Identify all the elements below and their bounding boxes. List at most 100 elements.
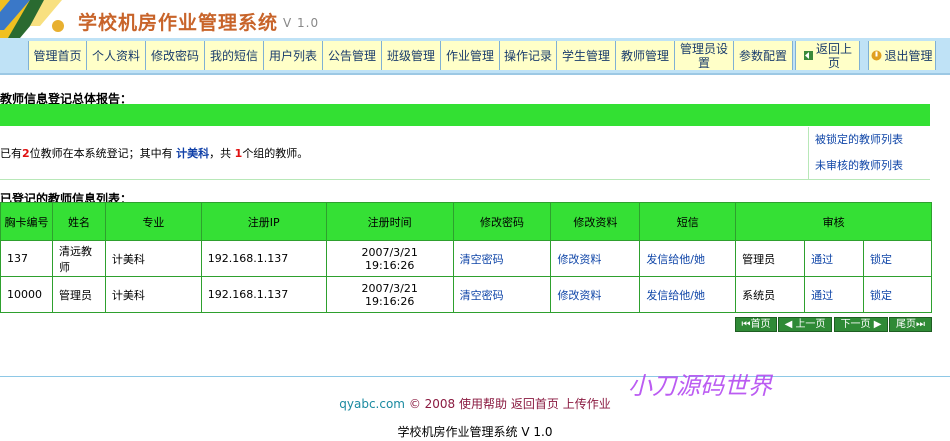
summary-mid2: ，共 bbox=[209, 147, 232, 160]
cell-role: 系统员 bbox=[735, 276, 806, 313]
pager-label: 上一页 bbox=[795, 319, 826, 330]
report-summary: 已有2位教师在本系统登记；其中有 计美科，共 1个组的教师。 bbox=[0, 127, 930, 180]
edit-profile-link[interactable]: 修改资料 bbox=[550, 240, 641, 277]
nav-label: 管理员设置 bbox=[680, 41, 729, 70]
help-link[interactable]: 使用帮助 bbox=[459, 397, 507, 411]
copyright: © 2008 bbox=[408, 397, 456, 411]
nav-students[interactable]: 学生管理 bbox=[556, 41, 616, 70]
last-page-button[interactable]: 尾页⏭ bbox=[889, 317, 932, 332]
nav-label: 用户列表 bbox=[268, 48, 317, 63]
footer-divider bbox=[0, 376, 950, 377]
nav-label: 教师管理 bbox=[620, 48, 669, 63]
cell-ip: 192.168.1.137 bbox=[200, 240, 327, 277]
lock-link[interactable]: 锁定 bbox=[863, 276, 932, 313]
cell-role: 管理员 bbox=[735, 240, 806, 277]
cell-ip: 192.168.1.137 bbox=[200, 276, 327, 313]
cell-id: 137 bbox=[0, 240, 53, 277]
summary-text: 已有2位教师在本系统登记；其中有 计美科，共 1个组的教师。 bbox=[0, 145, 308, 161]
lock-link[interactable]: 锁定 bbox=[863, 240, 932, 277]
nav-change-password[interactable]: 修改密码 bbox=[145, 41, 205, 70]
logo-icon bbox=[0, 0, 70, 38]
prev-page-button[interactable]: ◀ 上一页 bbox=[778, 317, 832, 332]
pager-label: 下一页 bbox=[840, 319, 871, 330]
nav-profile[interactable]: 个人资料 bbox=[86, 41, 146, 70]
upload-link[interactable]: 上传作业 bbox=[563, 397, 611, 411]
main-nav: 管理首页 个人资料 修改密码 我的短信 用户列表 公告管理 班级管理 作业管理 … bbox=[0, 38, 950, 75]
next-page-button[interactable]: 下一页 ▶ bbox=[834, 317, 888, 332]
nav-assignments[interactable]: 作业管理 bbox=[440, 41, 500, 70]
pager-label: 尾页 bbox=[896, 319, 916, 330]
back-arrow-icon bbox=[804, 51, 813, 60]
cell-register-time: 2007/3/21 19:16:26 bbox=[325, 276, 454, 313]
table-row: 137 清远教师 计美科 192.168.1.137 2007/3/21 19:1… bbox=[0, 240, 932, 277]
nav-back[interactable]: 返回上页 bbox=[795, 41, 860, 70]
nav-label: 公告管理 bbox=[327, 48, 376, 63]
send-message-link[interactable]: 发信给他/她 bbox=[639, 276, 737, 313]
nav-home[interactable]: 管理首页 bbox=[28, 41, 87, 70]
approve-link[interactable]: 通过 bbox=[804, 240, 864, 277]
cell-major: 计美科 bbox=[104, 240, 202, 277]
cell-register-time: 2007/3/21 19:16:26 bbox=[325, 240, 454, 277]
nav-user-list[interactable]: 用户列表 bbox=[263, 41, 323, 70]
nav-label: 操作记录 bbox=[503, 48, 552, 63]
unreviewed-teachers-link[interactable]: 未审核的教师列表 bbox=[815, 157, 903, 173]
nav-label: 参数配置 bbox=[738, 48, 787, 63]
summary-mid1: 位教师在本系统登记；其中有 bbox=[29, 147, 173, 160]
cell-name: 清远教师 bbox=[51, 240, 106, 277]
locked-teachers-link[interactable]: 被锁定的教师列表 bbox=[815, 131, 903, 147]
nav-label: 我的短信 bbox=[209, 48, 258, 63]
nav-label: 管理首页 bbox=[33, 48, 82, 63]
summary-prefix: 已有 bbox=[0, 147, 22, 160]
table-row: 10000 管理员 计美科 192.168.1.137 2007/3/21 19:… bbox=[0, 276, 932, 313]
nav-my-messages[interactable]: 我的短信 bbox=[204, 41, 264, 70]
nav-operation-log[interactable]: 操作记录 bbox=[499, 41, 557, 70]
nav-parameters[interactable]: 参数配置 bbox=[733, 41, 793, 70]
col-header: 修改密码 bbox=[452, 202, 552, 241]
nav-announcements[interactable]: 公告管理 bbox=[322, 41, 382, 70]
home-link[interactable]: 返回首页 bbox=[511, 397, 559, 411]
col-header: 短信 bbox=[639, 202, 737, 241]
col-header: 注册时间 bbox=[325, 202, 454, 241]
report-header-bar bbox=[0, 104, 930, 126]
clear-password-link[interactable]: 清空密码 bbox=[452, 240, 552, 277]
nav-logout[interactable]: 退出管理 bbox=[868, 41, 936, 70]
pager-label: 首页 bbox=[750, 319, 771, 330]
nav-teachers[interactable]: 教师管理 bbox=[615, 41, 675, 70]
exit-icon bbox=[871, 50, 882, 61]
approve-link[interactable]: 通过 bbox=[804, 276, 864, 313]
col-header: 专业 bbox=[104, 202, 202, 241]
cell-name: 管理员 bbox=[51, 276, 106, 313]
app-version: V 1.0 bbox=[283, 16, 320, 30]
nav-label: 班级管理 bbox=[386, 48, 435, 63]
nav-label: 返回上页 bbox=[816, 41, 853, 70]
table-header-row: 胸卡编号 姓名 专业 注册IP 注册时间 修改密码 修改资料 短信 审核 bbox=[0, 202, 932, 241]
report-side-links: 被锁定的教师列表 未审核的教师列表 bbox=[808, 127, 931, 179]
register-date: 2007/3/21 bbox=[361, 245, 418, 259]
nav-label: 个人资料 bbox=[91, 48, 140, 63]
app-title: 学校机房作业管理系统 bbox=[78, 12, 279, 34]
nav-label: 退出管理 bbox=[884, 48, 933, 63]
register-time: 19:16:26 bbox=[364, 294, 415, 308]
nav-classes[interactable]: 班级管理 bbox=[381, 41, 441, 70]
register-date: 2007/3/21 bbox=[361, 281, 418, 295]
edit-profile-link[interactable]: 修改资料 bbox=[550, 276, 641, 313]
nav-admin-settings[interactable]: 管理员设置 bbox=[674, 41, 734, 70]
first-page-button[interactable]: ⏮首页 bbox=[735, 317, 777, 332]
site-link[interactable]: qyabc.com bbox=[339, 397, 405, 411]
col-header: 胸卡编号 bbox=[0, 202, 53, 241]
col-header: 注册IP bbox=[200, 202, 327, 241]
nav-label: 作业管理 bbox=[445, 48, 494, 63]
teacher-count: 2 bbox=[22, 147, 30, 160]
nav-label: 学生管理 bbox=[561, 48, 610, 63]
cell-major: 计美科 bbox=[104, 276, 202, 313]
footer-links: qyabc.com © 2008 使用帮助 返回首页 上传作业 bbox=[0, 395, 950, 412]
clear-password-link[interactable]: 清空密码 bbox=[452, 276, 552, 313]
summary-suffix: 个组的教师。 bbox=[242, 147, 309, 160]
nav-label: 修改密码 bbox=[150, 48, 199, 63]
col-header: 修改资料 bbox=[550, 202, 641, 241]
group-name: 计美科 bbox=[176, 147, 210, 160]
teacher-table: 胸卡编号 姓名 专业 注册IP 注册时间 修改密码 修改资料 短信 审核 137… bbox=[0, 202, 932, 313]
send-message-link[interactable]: 发信给他/她 bbox=[639, 240, 737, 277]
register-time: 19:16:26 bbox=[364, 258, 415, 272]
app-header: 学校机房作业管理系统 V 1.0 bbox=[0, 0, 950, 38]
